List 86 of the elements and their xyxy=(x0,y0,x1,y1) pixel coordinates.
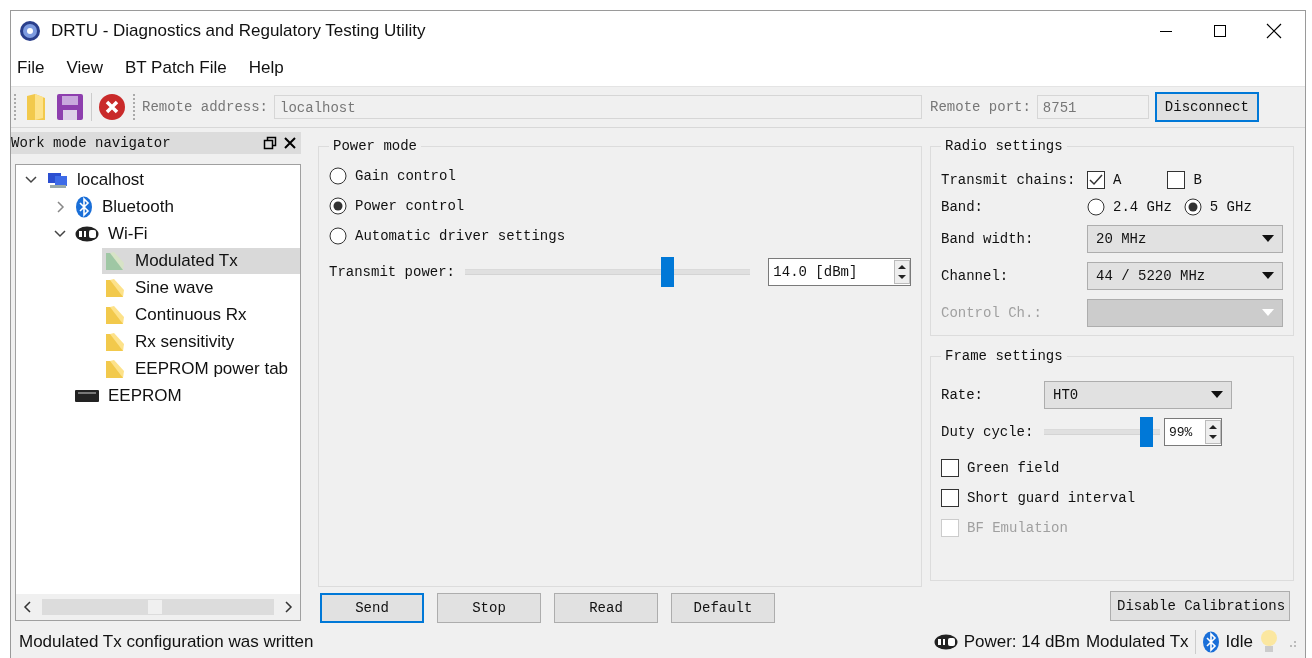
remote-address-label: Remote address: xyxy=(142,99,269,115)
field-label: Transmit power: xyxy=(329,264,456,280)
menu-item[interactable]: View xyxy=(66,58,103,78)
dropdown-arrow-icon[interactable] xyxy=(1262,235,1274,243)
checkbox-label[interactable]: A xyxy=(1113,172,1122,188)
disconnect-button[interactable]: Disconnect xyxy=(1154,92,1259,122)
float-icon[interactable] xyxy=(263,136,277,150)
radio-button[interactable] xyxy=(1183,198,1202,216)
checkbox[interactable] xyxy=(941,489,959,507)
checkbox[interactable] xyxy=(941,459,959,477)
cancel-icon[interactable] xyxy=(98,93,126,121)
dropdown[interactable]: 20 MHz xyxy=(1087,225,1283,253)
group-title: Frame settings xyxy=(941,348,1067,364)
tree-item[interactable]: Rx sensitivity xyxy=(102,328,300,355)
checkbox[interactable] xyxy=(1087,171,1105,189)
remote-port-label: Remote port: xyxy=(930,99,1031,115)
field-label: Channel: xyxy=(941,268,1010,284)
grip-handle xyxy=(132,92,136,122)
tree-item[interactable]: Modulated Tx xyxy=(102,247,300,274)
chip-icon xyxy=(75,387,99,404)
spin-box[interactable]: 14.0 [dBm] xyxy=(768,258,911,286)
menu-item[interactable]: BT Patch File xyxy=(124,58,227,78)
tree-item[interactable]: Sine wave xyxy=(102,274,300,301)
field-label: Band: xyxy=(941,199,984,215)
field-label: Band width: xyxy=(941,231,1035,247)
tree-item[interactable]: Continuous Rx xyxy=(102,301,300,328)
tree-item[interactable]: EEPROM xyxy=(73,382,300,409)
tree-item[interactable]: localhost xyxy=(44,166,300,193)
action-button[interactable]: Send xyxy=(320,593,424,623)
close-icon[interactable] xyxy=(283,136,297,150)
remote-address-field[interactable]: localhost xyxy=(274,95,923,119)
spin-arrows-icon[interactable] xyxy=(894,260,910,284)
slider-thumb[interactable] xyxy=(661,257,675,287)
folder-icon xyxy=(104,330,126,353)
radio-label[interactable]: Power control xyxy=(355,198,465,214)
radio-label[interactable]: Gain control xyxy=(355,168,456,184)
tree-item[interactable]: Bluetooth xyxy=(73,193,300,220)
bluetooth-icon xyxy=(75,195,93,218)
wifi-icon xyxy=(75,225,99,242)
radio-button[interactable] xyxy=(329,227,347,245)
tree-item[interactable]: EEPROM power tab xyxy=(102,355,300,382)
action-button[interactable]: Default xyxy=(671,593,775,623)
radio-button[interactable] xyxy=(329,197,347,215)
folder-icon xyxy=(104,303,126,326)
grip-handle xyxy=(13,92,17,122)
field-label: Rate: xyxy=(941,387,984,403)
radio-button[interactable] xyxy=(1087,198,1105,216)
radio-label[interactable]: 5 GHz xyxy=(1209,199,1252,215)
bluetooth-icon xyxy=(1201,630,1220,653)
tree-item[interactable]: Wi-Fi xyxy=(73,220,300,247)
radio-label[interactable]: 2.4 GHz xyxy=(1113,199,1172,215)
slider-thumb[interactable] xyxy=(1139,417,1153,447)
checkbox[interactable] xyxy=(1167,171,1186,189)
dropdown[interactable]: 44 / 5220 MHz xyxy=(1087,262,1283,290)
status-text: Power: 14 dBm xyxy=(963,631,1080,652)
status-text: Modulated Tx xyxy=(1085,631,1189,652)
group-title: Radio settings xyxy=(941,138,1067,154)
folder-icon xyxy=(104,249,126,272)
status-message: Modulated Tx configuration was written xyxy=(19,631,314,652)
wifi-icon xyxy=(933,633,958,650)
menu-item[interactable]: Help xyxy=(248,58,284,78)
radio-button[interactable] xyxy=(329,167,347,185)
field-label: Transmit chains: xyxy=(941,172,1077,188)
dropdown-arrow-icon[interactable] xyxy=(1211,391,1223,399)
field-label: Control Ch.: xyxy=(941,305,1043,321)
disable-calibrations-button[interactable]: Disable Calibrations xyxy=(1110,591,1290,621)
checkbox-label[interactable]: Short guard interval xyxy=(967,490,1136,506)
checkbox-label[interactable]: B xyxy=(1193,172,1202,188)
radio-label[interactable]: Automatic driver settings xyxy=(355,228,566,244)
horizontal-scrollbar[interactable] xyxy=(16,594,300,620)
status-text: Idle xyxy=(1225,631,1253,652)
dropdown-arrow-icon[interactable] xyxy=(1262,272,1274,280)
folder-icon xyxy=(104,357,126,380)
app-icon xyxy=(19,19,41,42)
spin-arrows-icon[interactable] xyxy=(1205,420,1221,444)
dropdown[interactable]: HT0 xyxy=(1044,381,1232,409)
action-button[interactable]: Read xyxy=(554,593,658,623)
menu-item[interactable]: File xyxy=(17,58,45,78)
dock-title: Work mode navigator xyxy=(11,135,172,151)
spin-box[interactable]: 99% xyxy=(1164,418,1222,446)
action-button[interactable]: Stop xyxy=(437,593,541,623)
window-title: DRTU - Diagnostics and Regulatory Testing Utility xyxy=(51,20,426,41)
checkbox-label[interactable]: Green field xyxy=(967,460,1060,476)
folder-icon xyxy=(104,276,126,299)
field-label: Duty cycle: xyxy=(941,424,1035,440)
remote-port-field[interactable]: 8751 xyxy=(1036,95,1149,119)
